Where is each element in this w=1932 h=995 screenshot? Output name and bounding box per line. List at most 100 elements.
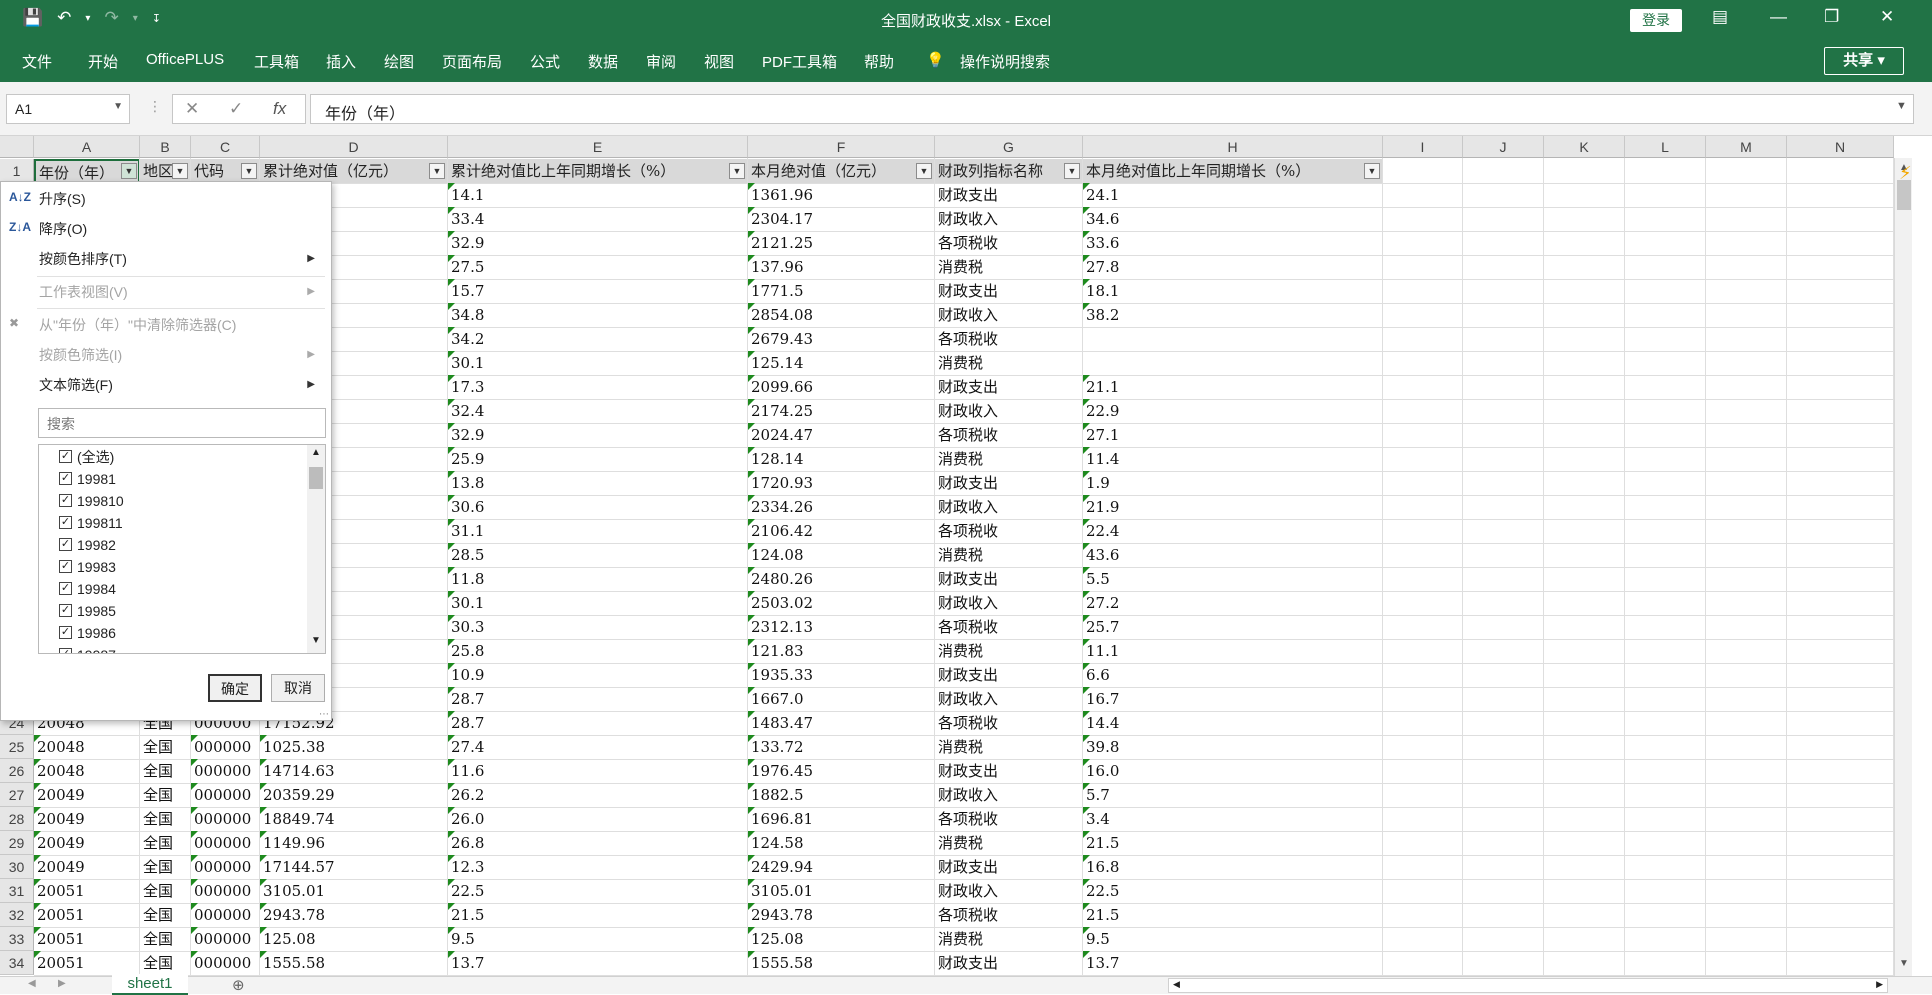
cell-d[interactable]: 2943.78	[260, 903, 448, 927]
filter-value-item[interactable]: ✓ 19981	[59, 469, 116, 489]
cell-b[interactable]: 全国	[140, 951, 191, 975]
filter-dropdown-icon[interactable]: ▼	[729, 163, 745, 179]
cell-h[interactable]: 13.7	[1083, 951, 1383, 975]
cell-h[interactable]: 38.2	[1083, 303, 1383, 327]
cell-d[interactable]: 3105.01	[260, 879, 448, 903]
cell-h[interactable]: 22.4	[1083, 519, 1383, 543]
cell-h[interactable]: 27.8	[1083, 255, 1383, 279]
cell-g[interactable]: 各项税收	[935, 423, 1083, 447]
cell-f[interactable]: 2174.25	[748, 399, 935, 423]
cell-f[interactable]: 2024.47	[748, 423, 935, 447]
row-header-1[interactable]: 1	[0, 159, 34, 183]
cell-b[interactable]: 全国	[140, 807, 191, 831]
column-header-c[interactable]: C	[191, 136, 260, 158]
scroll-right-icon[interactable]: ▶	[1876, 979, 1883, 990]
scroll-down-icon[interactable]: ▼	[1899, 958, 1909, 969]
name-box[interactable]: A1 ▼	[6, 94, 130, 124]
cell-b[interactable]: 全国	[140, 927, 191, 951]
cell-f[interactable]: 137.96	[748, 255, 935, 279]
cell-b[interactable]: 全国	[140, 783, 191, 807]
filter-value-list[interactable]: ▲ ▼ ✓ (全选) ✓ 19981 ✓ 199810 ✓ 199811 ✓ 19982 ✓ 1998…	[38, 444, 326, 654]
tab-page-layout[interactable]: 页面布局	[442, 51, 502, 72]
cell-e[interactable]: 28.7	[448, 687, 748, 711]
cell-e[interactable]: 25.9	[448, 447, 748, 471]
cell-g[interactable]: 财政支出	[935, 567, 1083, 591]
cell-f[interactable]: 2334.26	[748, 495, 935, 519]
cell-a[interactable]: 20048	[34, 759, 140, 783]
cell-f[interactable]: 2121.25	[748, 231, 935, 255]
cell-f[interactable]: 1771.5	[748, 279, 935, 303]
resize-grip-icon[interactable]: ⋯	[319, 709, 329, 720]
cell-e[interactable]: 12.3	[448, 855, 748, 879]
cell-e[interactable]: 15.7	[448, 279, 748, 303]
cell-g[interactable]: 财政支出	[935, 471, 1083, 495]
cell-c[interactable]: 000000	[191, 759, 260, 783]
cell-f[interactable]: 1935.33	[748, 663, 935, 687]
cell-c[interactable]: 000000	[191, 807, 260, 831]
column-header-n[interactable]: N	[1787, 136, 1894, 158]
cell-h[interactable]: 16.0	[1083, 759, 1383, 783]
tab-file[interactable]: 文件	[22, 51, 52, 72]
cell-c[interactable]: 000000	[191, 855, 260, 879]
cell-h[interactable]: 27.2	[1083, 591, 1383, 615]
cell-g[interactable]: 各项税收	[935, 327, 1083, 351]
cell-h[interactable]: 21.5	[1083, 903, 1383, 927]
cell-h[interactable]: 3.4	[1083, 807, 1383, 831]
cell-g[interactable]: 财政支出	[935, 951, 1083, 975]
tab-insert[interactable]: 插入	[326, 51, 356, 72]
checkbox-checked-icon[interactable]: ✓	[59, 516, 72, 529]
cell-e[interactable]: 27.5	[448, 255, 748, 279]
cell-e[interactable]: 28.5	[448, 543, 748, 567]
filter-value-item[interactable]: ✓ 19984	[59, 579, 116, 599]
column-header-m[interactable]: M	[1706, 136, 1787, 158]
row-header[interactable]: 28	[0, 807, 34, 831]
cell-e[interactable]: 26.8	[448, 831, 748, 855]
cell-g[interactable]: 消费税	[935, 639, 1083, 663]
cell-e[interactable]: 30.3	[448, 615, 748, 639]
column-header-a[interactable]: A	[34, 136, 140, 158]
header-cell[interactable]: 本月绝对值比上年同期增长（%）	[1083, 159, 1383, 183]
cell-e[interactable]: 27.4	[448, 735, 748, 759]
cell-g[interactable]: 各项税收	[935, 519, 1083, 543]
cell-g[interactable]: 消费税	[935, 447, 1083, 471]
sheet-tab-sheet1[interactable]: sheet1	[112, 974, 188, 995]
expand-formula-icon[interactable]: ▼	[1896, 100, 1907, 112]
filter-dropdown-icon[interactable]: ▼	[1364, 163, 1380, 179]
tab-pdf-toolbox[interactable]: PDF工具箱	[762, 51, 837, 72]
tab-formulas[interactable]: 公式	[530, 51, 560, 72]
cell-g[interactable]: 各项税收	[935, 711, 1083, 735]
cancel-button[interactable]: 取消	[271, 674, 325, 702]
header-cell[interactable]: 累计绝对值（亿元）	[260, 159, 448, 183]
tell-me-search[interactable]: 操作说明搜索	[960, 51, 1050, 72]
cell-f[interactable]: 125.14	[748, 351, 935, 375]
checkbox-checked-icon[interactable]: ✓	[59, 494, 72, 507]
cell-b[interactable]: 全国	[140, 759, 191, 783]
cell-h[interactable]: 43.6	[1083, 543, 1383, 567]
cell-f[interactable]: 124.08	[748, 543, 935, 567]
cell-f[interactable]: 1361.96	[748, 183, 935, 207]
cell-g[interactable]: 财政收入	[935, 591, 1083, 615]
cell-e[interactable]: 31.1	[448, 519, 748, 543]
header-cell[interactable]: 累计绝对值比上年同期增长（%）	[448, 159, 748, 183]
checkbox-checked-icon[interactable]: ✓	[59, 560, 72, 573]
restore-icon[interactable]: ❐	[1824, 7, 1839, 27]
cell-b[interactable]: 全国	[140, 903, 191, 927]
cell-d[interactable]: 20359.29	[260, 783, 448, 807]
row-header[interactable]: 29	[0, 831, 34, 855]
row-header[interactable]: 27	[0, 783, 34, 807]
cell-f[interactable]: 124.58	[748, 831, 935, 855]
cell-g[interactable]: 财政支出	[935, 375, 1083, 399]
cell-e[interactable]: 22.5	[448, 879, 748, 903]
cell-h[interactable]: 14.4	[1083, 711, 1383, 735]
select-all-corner[interactable]	[0, 136, 34, 158]
checkbox-checked-icon[interactable]: ✓	[59, 450, 72, 463]
cell-h[interactable]: 21.5	[1083, 831, 1383, 855]
cell-e[interactable]: 30.6	[448, 495, 748, 519]
scroll-down-icon[interactable]: ▼	[311, 635, 321, 646]
row-header[interactable]: 31	[0, 879, 34, 903]
column-header-b[interactable]: B	[140, 136, 191, 158]
cell-a[interactable]: 20049	[34, 807, 140, 831]
cell-e[interactable]: 10.9	[448, 663, 748, 687]
cell-c[interactable]: 000000	[191, 735, 260, 759]
cell-d[interactable]: 1149.96	[260, 831, 448, 855]
